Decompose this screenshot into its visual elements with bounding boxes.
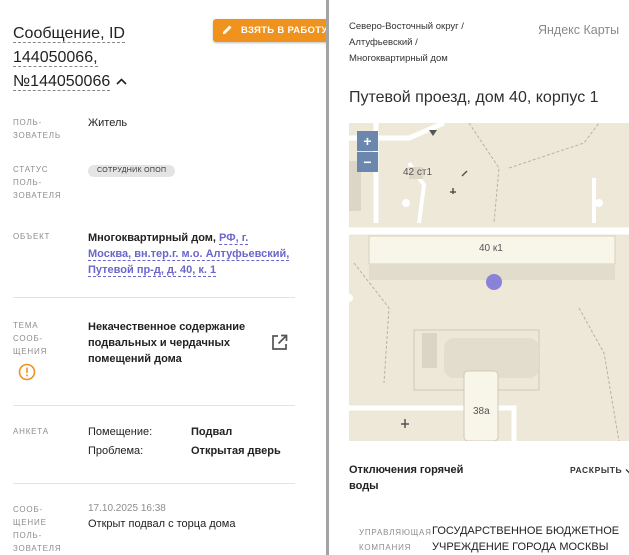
user-label-line: ЗОВАТЕЛЬ [13,131,61,140]
status-badge: СОТРУДНИК ОПОП [88,165,176,177]
warning-icon [18,363,36,386]
divider [13,483,295,484]
message-label: СООБ- ЩЕНИЕ ПОЛЬ- ЗОВАТЕЛЯ [13,503,61,555]
breadcrumb-item[interactable]: Алтуфьевский / [349,35,499,51]
breadcrumb-item[interactable]: Северо-Восточный округ / [349,19,499,35]
user-label: ПОЛЬ- ЗОВАТЕЛЬ [13,116,61,142]
management-company-label: УПРАВЛЯЮЩАЯ КОМПАНИЯ [359,525,432,555]
take-to-work-label: ВЗЯТЬ В РАБОТУ [241,25,326,36]
message-text: Открыт подвал с торца дома [88,518,236,530]
hot-water-heading: Отключения горячей воды [349,464,464,492]
chevron-down-icon [625,468,629,473]
message-label-line: СООБ- [13,505,43,514]
status-label-line: СТАТУС [13,165,49,174]
management-company-value: ГОСУДАРСТВЕННОЕ БЮДЖЕТНОЕ УЧРЕЖДЕНИЕ ГОР… [432,525,620,553]
pencil-icon [222,24,241,38]
map-canvas [349,123,629,441]
divider [13,405,295,406]
topic-value: Некачественное содержание подвальных и ч… [88,321,246,365]
management-company-label-line: УПРАВЛЯЮЩАЯ [359,528,432,537]
title-line-3[interactable]: №144050066 [13,73,111,91]
message-label-line: ЗОВАТЕЛЯ [13,544,62,553]
map[interactable]: + − 42 ст1 40 к1 38а [349,123,629,441]
topic-label-line: ТЕМА [13,321,39,330]
building-label: 40 к1 [479,243,503,254]
problem-key: Проблема: [88,445,144,457]
title-line-2[interactable]: 144050066, [13,49,98,67]
anketa-label: АНКЕТА [13,427,49,436]
location-panel: Северо-Восточный округ / Алтуфьевский / … [329,0,629,555]
object-type: Многоквартирный дом, [88,232,220,244]
room-value: Подвал [191,426,233,438]
open-external-icon[interactable] [270,333,289,357]
breadcrumb: Северо-Восточный округ / Алтуфьевский / … [349,19,499,67]
title-line-1[interactable]: Сообщение, ID [13,25,125,43]
zoom-controls: + − [357,131,378,172]
room-key: Помещение: [88,426,153,438]
problem-value: Открытая дверь [191,445,281,457]
chevron-up-icon[interactable] [116,69,127,93]
building-label: 38а [473,406,490,417]
message-panel: Сообщение, ID 144050066, №144050066 ВЗЯТ… [0,0,326,555]
divider [13,297,295,298]
object-value: Многоквартирный дом, РФ, г. Москва, вн.т… [88,230,293,278]
zoom-in-button[interactable]: + [357,131,378,151]
topic-label: ТЕМА СООБ- ЩЕНИЯ [13,319,47,358]
breadcrumb-item[interactable]: Многоквартирный дом [349,51,499,67]
expand-button[interactable]: РАСКРЫТЬ [570,465,629,475]
message-date: 17.10.2025 16:38 [88,503,166,514]
user-value: Житель [88,117,128,129]
yandex-maps-link[interactable]: Яндекс Карты [538,23,619,37]
management-company-label-line: КОМПАНИЯ [359,543,412,552]
zoom-out-button[interactable]: − [357,152,378,172]
status-label-line: ЗОВАТЕЛЯ [13,191,62,200]
user-label-line: ПОЛЬ- [13,118,43,127]
building-label: 42 ст1 [403,167,433,178]
message-label-line: ПОЛЬ- [13,531,43,540]
object-label: ОБЪЕКТ [13,232,51,241]
message-label-line: ЩЕНИЕ [13,518,47,527]
page-title: Сообщение, ID 144050066, №144050066 [13,22,198,94]
take-to-work-button[interactable]: ВЗЯТЬ В РАБОТУ [213,19,326,42]
topic-label-line: ЩЕНИЯ [13,347,48,356]
address-title: Путевой проезд, дом 40, корпус 1 [349,89,599,106]
status-label: СТАТУС ПОЛЬ- ЗОВАТЕЛЯ [13,163,61,202]
status-label-line: ПОЛЬ- [13,178,43,187]
topic-label-line: СООБ- [13,334,43,343]
expand-label: РАСКРЫТЬ [570,465,623,475]
